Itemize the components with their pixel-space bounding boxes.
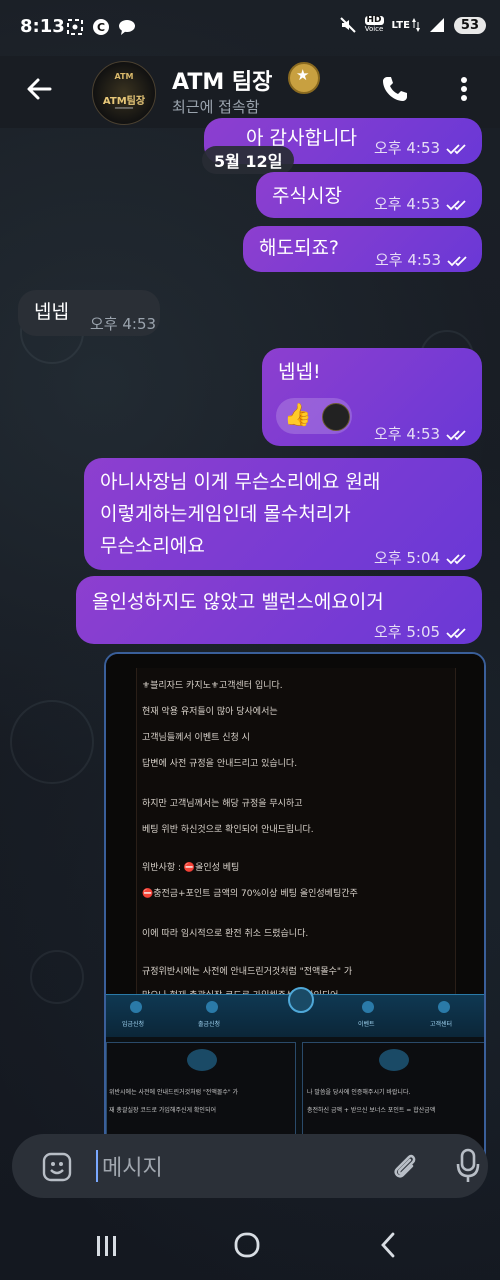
- reactor-avatar: [322, 403, 350, 431]
- message-time: 오후 5:05: [374, 618, 470, 646]
- contact-name[interactable]: ATM 팀장: [172, 64, 272, 96]
- double-check-icon: [446, 143, 466, 154]
- message-bubble-outgoing[interactable]: 넵넵! 👍 오후 4:53: [262, 348, 482, 446]
- message-bubble-outgoing[interactable]: 아니사장님 이게 무슨소리에요 원래 이렇게하는게임인데 몰수처리가 무슨소리에…: [84, 458, 482, 570]
- status-time: 8:13: [20, 16, 65, 37]
- c-app-icon: C: [93, 19, 109, 35]
- microphone-icon[interactable]: [456, 1148, 480, 1184]
- message-text-line: 아니사장님 이게 무슨소리에요 원래: [100, 471, 381, 493]
- status-bar: 8:13 C HD Voice LTE 53: [0, 0, 500, 56]
- message-input[interactable]: 메시지: [102, 1150, 163, 1182]
- nav-label: 출금신청: [198, 1021, 221, 1028]
- image-text-line: 규정위반시에는 사전에 안내드린거것처럼 "전액몰수" 가: [142, 967, 353, 977]
- withdraw-icon: [206, 1001, 218, 1013]
- attachment-paperclip-icon[interactable]: [388, 1150, 420, 1182]
- message-time: 오후 4:53: [90, 315, 157, 333]
- more-options-icon[interactable]: [454, 74, 474, 104]
- double-check-icon: [446, 429, 466, 440]
- chat-bubble-icon: [119, 20, 135, 35]
- wallpaper-doodle: [10, 700, 94, 784]
- last-seen-status: 최근에 접속함: [172, 98, 260, 116]
- message-time: 오후 4:53: [375, 246, 471, 274]
- image-text-line: ⛔충전금+포인트 금액의 70%이상 베팅 올인성베팅간주: [142, 889, 358, 899]
- message-composer: 메시지: [12, 1134, 488, 1198]
- image-text-line: 위반사항 : ⛔올인성 베팅: [142, 863, 240, 873]
- battery-level: 53: [453, 16, 486, 34]
- phone-call-icon[interactable]: [380, 74, 410, 104]
- recent-apps-icon[interactable]: [92, 1230, 122, 1260]
- message-text-line: 무슨소리에요: [100, 535, 205, 557]
- image-text-line: 답변에 사전 규정을 안내드리고 있습니다.: [142, 759, 298, 769]
- message-time: 오후 5:04: [374, 544, 470, 572]
- screenshot-icon: [67, 19, 83, 35]
- status-system-icons: HD Voice LTE 53: [339, 16, 486, 34]
- nav-label: 입금신청: [122, 1021, 145, 1028]
- status-notification-icons: C: [66, 18, 136, 36]
- message-bubble-incoming[interactable]: 넵넵 오후 4:53: [18, 290, 160, 336]
- screenshot-panel: [136, 668, 456, 1014]
- screenshot-bottom-nav: 입금신청 출금신청 이벤트 고객센터: [106, 987, 484, 1037]
- image-text-line: 충전하신 금액 + 받으신 보너스 포인트 = 합산금액: [307, 1107, 436, 1114]
- message-text: 해도되죠?: [259, 237, 340, 259]
- text-cursor: [96, 1150, 98, 1182]
- home-emblem-icon: [288, 987, 314, 1013]
- double-check-icon: [446, 553, 466, 564]
- system-navigation-bar: [0, 1212, 500, 1280]
- message-bubble-outgoing[interactable]: 올인성하지도 않았고 밸런스에요이거 오후 5:05: [76, 576, 482, 644]
- signal-icon: [429, 18, 444, 32]
- message-text: 넵넵!: [278, 361, 321, 383]
- back-button-icon[interactable]: [374, 1230, 404, 1260]
- message-text: 올인성하지도 않았고 밸런스에요이거: [92, 591, 384, 613]
- message-bubble-outgoing[interactable]: 해도되죠? 오후 4:53: [243, 226, 482, 272]
- screenshot-preview-top: ⚜블리자드 카지노⚜고객센터 입니다. 현재 악용 유저들이 많아 당사에서는 …: [106, 654, 484, 1014]
- image-text-line: 재 총괄실장 코드로 가입해주신게 확인되어: [109, 1107, 216, 1114]
- event-icon: [362, 1001, 374, 1013]
- message-time: 오후 4:53: [374, 134, 470, 162]
- nav-label: 고객센터: [430, 1021, 453, 1028]
- image-text-line: 위반시에는 사전에 안내드린거것처럼 "전액몰수" 가: [109, 1089, 239, 1096]
- deposit-icon: [130, 1001, 142, 1013]
- wallpaper-doodle: [30, 950, 84, 1004]
- message-time: 오후 4:53: [374, 190, 470, 218]
- mute-icon: [339, 17, 356, 33]
- image-text-line: ⚜블리자드 카지노⚜고객센터 입니다.: [142, 681, 283, 691]
- reaction-chip[interactable]: 👍: [276, 398, 352, 434]
- data-arrows-icon: [411, 18, 420, 32]
- avatar-logo-subtext: ━━━━━: [114, 105, 134, 112]
- back-arrow-icon[interactable]: [24, 74, 54, 104]
- support-icon: [438, 1001, 450, 1013]
- image-text-line: 현재 악용 유저들이 많아 당사에서는: [142, 707, 278, 717]
- image-text-line: 이에 따라 임시적으로 환전 취소 드렸습니다.: [142, 929, 309, 939]
- message-text-line: 이렇게하는게임인데 몰수처리가: [100, 503, 351, 525]
- message-text: 넵넵: [34, 301, 69, 323]
- emblem-icon: [187, 1049, 217, 1071]
- message-text: 주식시장: [272, 185, 342, 207]
- message-bubble-outgoing[interactable]: 주식시장 오후 4:53: [256, 172, 482, 218]
- home-button-icon[interactable]: [232, 1230, 262, 1260]
- sticker-emoji-icon[interactable]: [42, 1152, 72, 1182]
- avatar-logo-mark: ATM: [114, 72, 134, 81]
- image-text-line: 고객님들께서 이벤트 신청 시: [142, 733, 250, 743]
- thumbs-up-icon: 👍: [284, 403, 312, 428]
- image-message[interactable]: ⚜블리자드 카지노⚜고객센터 입니다. 현재 악용 유저들이 많아 당사에서는 …: [104, 652, 486, 1176]
- message-time: 오후 4:53: [374, 420, 470, 448]
- image-text-line: 나 말씀을 당사에 인증해주시기 바랍니다.: [307, 1089, 411, 1096]
- hd-label: HD: [364, 15, 384, 25]
- double-check-icon: [447, 255, 467, 266]
- contact-avatar[interactable]: ATM ATM팀장 ━━━━━: [92, 61, 156, 125]
- voice-label: Voice: [364, 25, 384, 33]
- svg-text:C: C: [97, 21, 105, 34]
- date-separator: 5월 12일: [202, 146, 295, 174]
- double-check-icon: [446, 199, 466, 210]
- image-text-line: 베팅 위반 하신것으로 확인되어 안내드립니다.: [142, 825, 314, 835]
- image-text-line: 하지만 고객님께서는 해당 규정을 무시하고: [142, 799, 303, 809]
- hd-voice-indicator: HD Voice: [364, 15, 384, 34]
- double-check-icon: [446, 627, 466, 638]
- lte-label: LTE: [391, 19, 410, 31]
- emblem-icon: [379, 1049, 409, 1071]
- premium-badge-icon: [288, 62, 320, 94]
- lte-indicator: LTE: [392, 18, 420, 32]
- nav-label: 이벤트: [358, 1021, 375, 1028]
